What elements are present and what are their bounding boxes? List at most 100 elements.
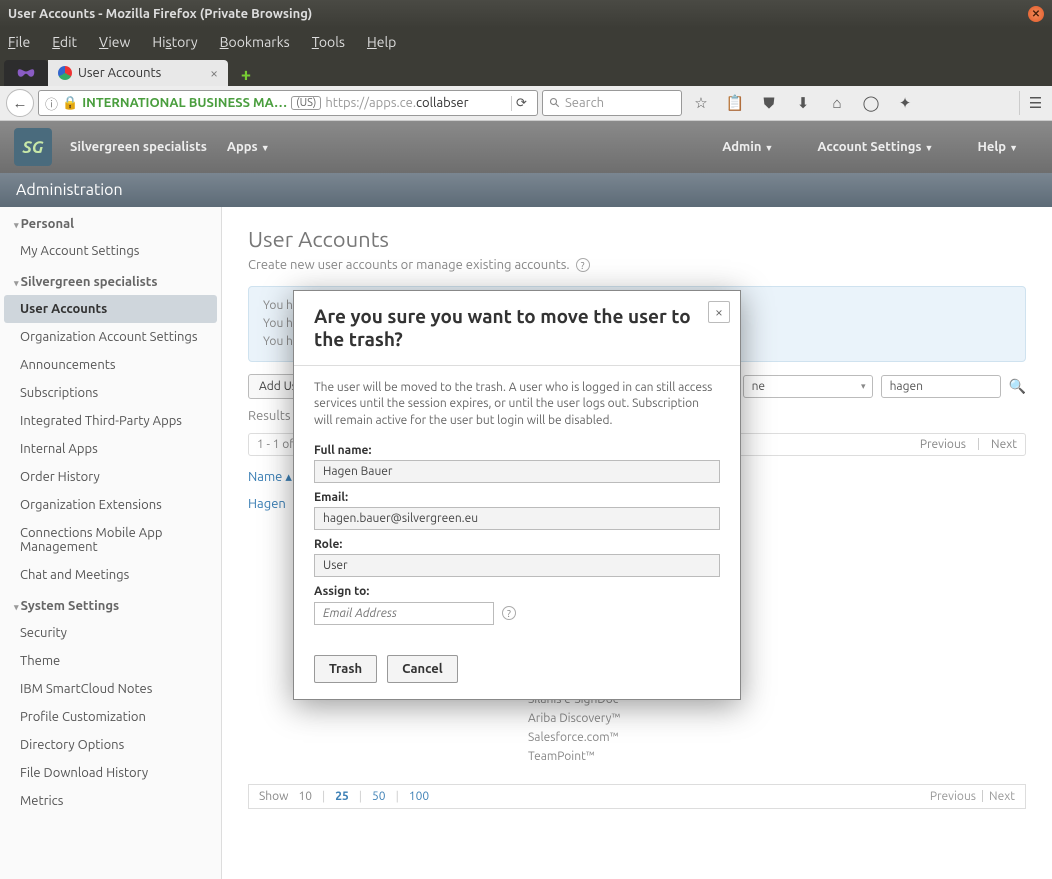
sidebar-item-chat-meetings[interactable]: Chat and Meetings [0,561,221,589]
nav-admin[interactable]: Admin▼ [722,140,773,154]
show-10[interactable]: 10 [298,790,312,803]
sidebar-item-internal-apps[interactable]: Internal Apps [0,435,221,463]
window-titlebar: User Accounts - Mozilla Firefox (Private… [0,0,1052,28]
help-icon[interactable]: ? [502,606,516,620]
sidebar-item-security[interactable]: Security [0,619,221,647]
sidebar-group-personal[interactable]: Personal [0,207,221,237]
menu-bookmarks[interactable]: Bookmarks [220,34,290,50]
page-range: 1 - 1 of [257,438,294,451]
section-title: Administration [16,181,123,199]
menu-tools[interactable]: Tools [312,34,345,50]
sidebar-item-org-extensions[interactable]: Organization Extensions [0,491,221,519]
sidebar-item-smartcloud-notes[interactable]: IBM SmartCloud Notes [0,675,221,703]
modal-title: Are you sure you want to move the user t… [314,305,700,351]
sidebar-group-system[interactable]: System Settings [0,589,221,619]
app-top-nav: SG Silvergreen specialists Apps▼ Admin▼ … [0,121,1052,173]
downloads-icon[interactable]: ⬇ [791,91,815,115]
hamburger-menu-icon[interactable]: ☰ [1019,91,1043,115]
menu-edit[interactable]: Edit [52,34,77,50]
prev-link[interactable]: Previous [920,438,966,451]
nav-help[interactable]: Help▼ [977,140,1018,154]
chevron-down-icon: ▼ [261,143,270,153]
tab-strip: User Accounts × + [0,56,1052,86]
menu-view[interactable]: View [99,34,130,50]
bookmark-star-icon[interactable]: ☆ [689,91,713,115]
window-close-button[interactable]: ✕ [1028,6,1044,22]
assign-to-input[interactable] [314,602,494,625]
service-item: TeamPoint™ [528,747,1026,766]
url-host: collabser [416,96,468,110]
pocket-icon[interactable]: ⛊ [757,91,781,115]
nav-account-settings[interactable]: Account Settings▼ [817,140,933,154]
tab-title: User Accounts [78,66,161,80]
sidebar-item-user-accounts[interactable]: User Accounts [4,295,217,323]
sidebar-item-metrics[interactable]: Metrics [0,787,221,815]
search-icon[interactable]: 🔍 [1009,378,1026,395]
chevron-down-icon: ▼ [925,143,934,153]
email-label: Email: [314,491,720,504]
modal-close-button[interactable]: × [708,301,730,323]
show-50[interactable]: 50 [372,790,386,803]
help-icon[interactable]: ? [576,258,590,272]
service-item: Ariba Discovery™ [528,709,1026,728]
page-subtitle: Create new user accounts or manage exist… [248,258,570,272]
sidebar-item-file-download-history[interactable]: File Download History [0,759,221,787]
table-search-input[interactable]: hagen [881,375,1001,398]
nav-apps[interactable]: Apps▼ [227,140,270,154]
cancel-button[interactable]: Cancel [387,655,458,683]
sidebar-item-order-history[interactable]: Order History [0,463,221,491]
sidebar-item-subscriptions[interactable]: Subscriptions [0,379,221,407]
clipboard-icon[interactable]: 📋 [723,91,747,115]
trash-button[interactable]: Trash [314,655,377,683]
service-item: Salesforce.com™ [528,728,1026,747]
chevron-down-icon: ▼ [764,143,773,153]
menu-file[interactable]: File [8,34,30,50]
show-25[interactable]: 25 [335,790,349,803]
show-100[interactable]: 100 [409,790,429,803]
next-link-bottom[interactable]: Next [989,790,1015,803]
info-icon[interactable]: ⓘ [45,94,58,113]
home-icon[interactable]: ⌂ [825,91,849,115]
extension-icon[interactable]: ✦ [893,91,917,115]
menu-history[interactable]: History [152,34,197,50]
sidebar-item-org-account-settings[interactable]: Organization Account Settings [0,323,221,351]
filter-select[interactable]: ne [743,375,873,398]
sidebar-group-org[interactable]: Silvergreen specialists [0,265,221,295]
tab-close-button[interactable]: × [210,65,218,81]
sidebar-item-announcements[interactable]: Announcements [0,351,221,379]
nav-org[interactable]: Silvergreen specialists [70,140,207,154]
app-logo[interactable]: SG [14,128,52,166]
pagination-bottom: Show 10 | 25 | 50 | 100 Previous Next [248,784,1026,809]
sidebar-item-directory-options[interactable]: Directory Options [0,731,221,759]
menu-bar: File Edit View History Bookmarks Tools H… [0,28,1052,56]
url-toolbar: ← ⓘ 🔒 INTERNATIONAL BUSINESS MA… (US) ht… [0,86,1052,121]
assign-label: Assign to: [314,585,720,598]
search-field[interactable]: Search [542,90,682,116]
chevron-down-icon: ▼ [1009,143,1018,153]
next-link[interactable]: Next [991,438,1017,451]
sidebar: Personal My Account Settings Silvergreen… [0,207,222,879]
menu-help[interactable]: Help [367,34,396,50]
role-label: Role: [314,538,720,551]
sidebar-item-mobile-app-management[interactable]: Connections Mobile App Management [0,519,221,561]
search-icon [549,97,561,109]
favicon-icon [58,66,72,80]
chat-icon[interactable]: ◯ [859,91,883,115]
private-browsing-icon [4,60,48,86]
sidebar-item-profile-customization[interactable]: Profile Customization [0,703,221,731]
new-tab-button[interactable]: + [232,64,260,86]
search-placeholder: Search [565,96,604,110]
back-button[interactable]: ← [6,89,34,117]
window-title: User Accounts - Mozilla Firefox (Private… [8,7,312,21]
url-field[interactable]: ⓘ 🔒 INTERNATIONAL BUSINESS MA… (US) http… [38,90,538,116]
sidebar-item-my-account-settings[interactable]: My Account Settings [0,237,221,265]
tab-user-accounts[interactable]: User Accounts × [48,60,228,86]
role-value: User [314,554,720,577]
prev-link-bottom[interactable]: Previous [930,790,976,803]
page-title: User Accounts [248,227,1026,252]
fullname-label: Full name: [314,444,720,457]
sidebar-item-third-party-apps[interactable]: Integrated Third-Party Apps [0,407,221,435]
section-header: Administration [0,173,1052,207]
sidebar-item-theme[interactable]: Theme [0,647,221,675]
reload-button[interactable]: ⟳ [511,96,531,111]
